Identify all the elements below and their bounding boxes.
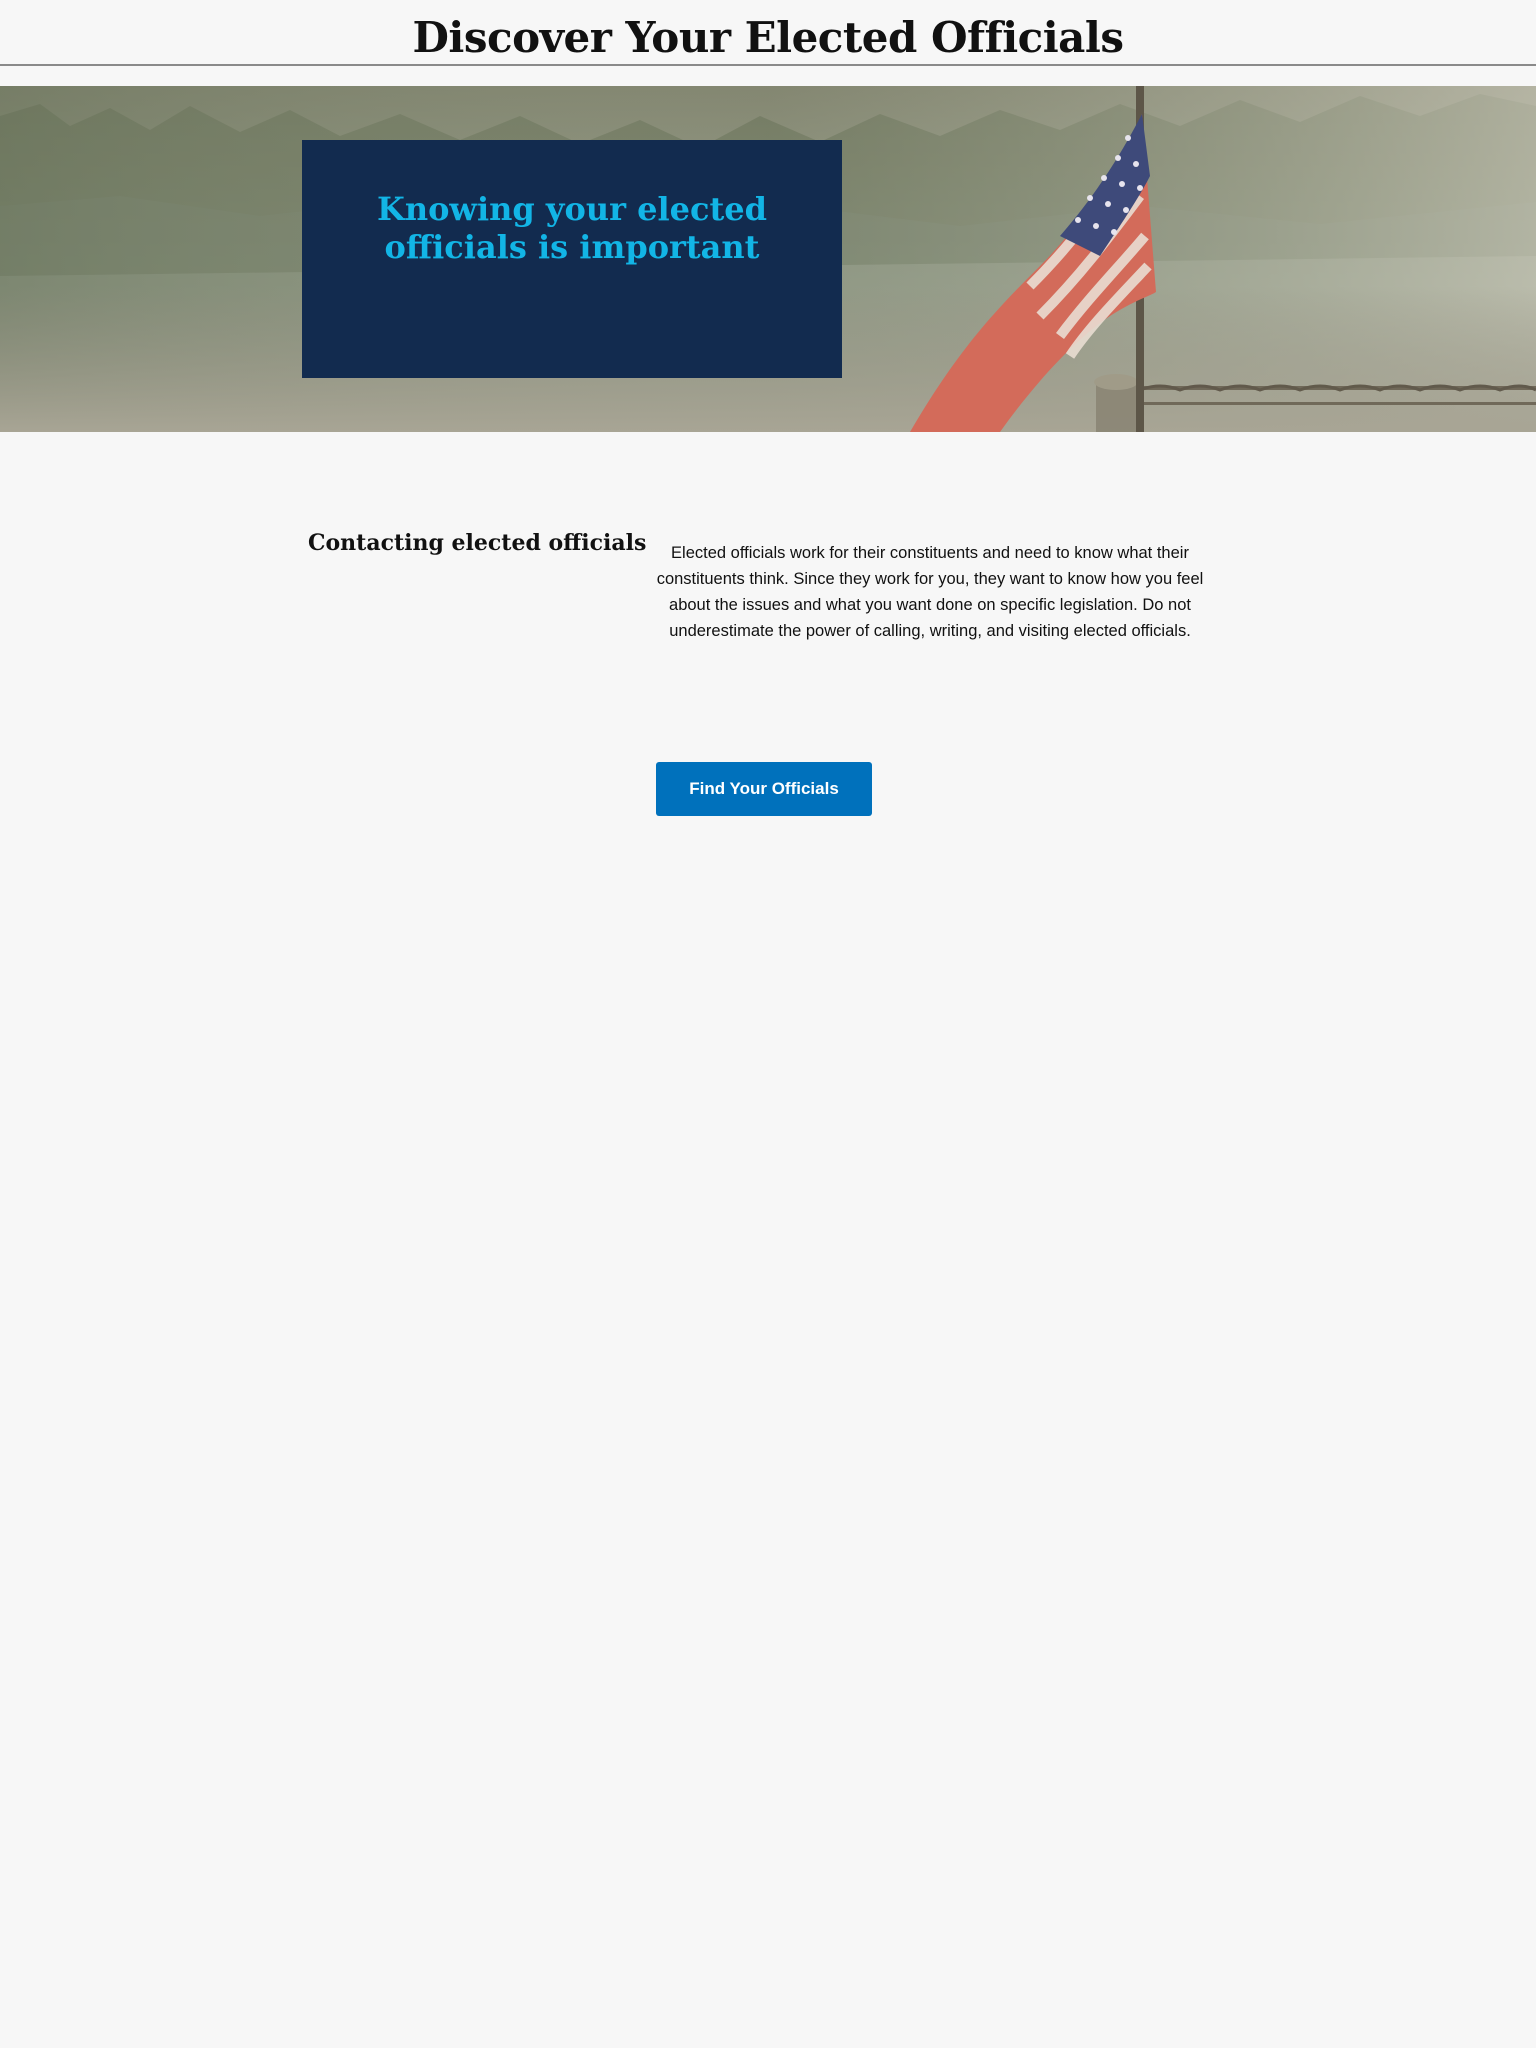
section-body-text: Elected officials work for their constit… (656, 544, 1204, 640)
section-heading: Contacting elected officials (308, 530, 647, 556)
hero-heading: Knowing your elected officials is import… (377, 190, 767, 266)
find-your-officials-button[interactable]: Find Your Officials (656, 762, 872, 816)
hero-card: Knowing your elected officials is import… (302, 140, 842, 378)
hero-banner: Knowing your elected officials is import… (0, 86, 1536, 432)
page-title: Discover Your Elected Officials (412, 13, 1124, 62)
page-header: Discover Your Elected Officials (0, 0, 1536, 66)
